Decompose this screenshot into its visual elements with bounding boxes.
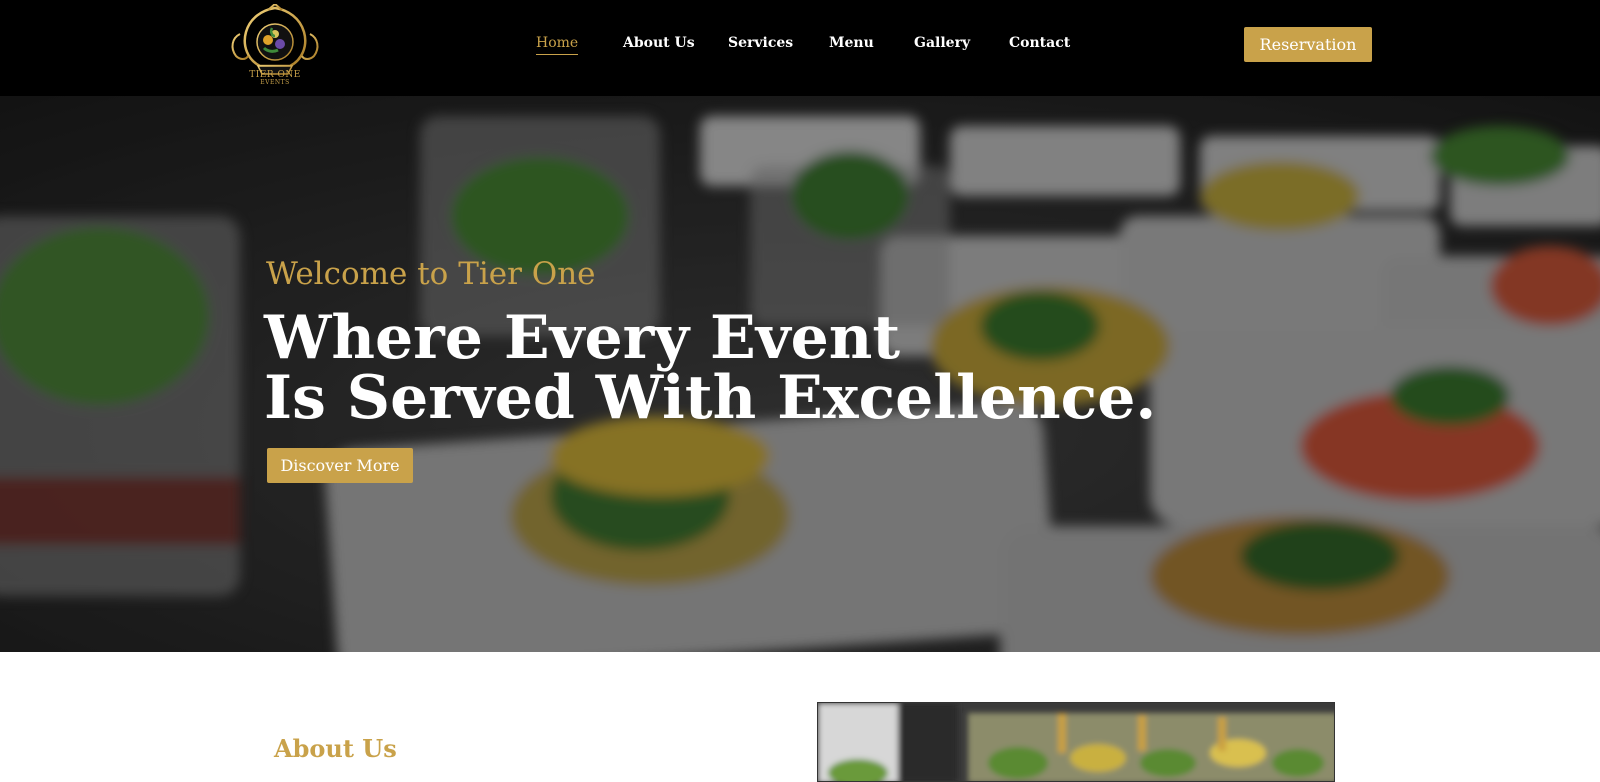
about-image [817,702,1335,782]
about-photo [818,703,1334,781]
site-header: TIER ONE EVENTS Home About Us Services M… [0,0,1600,96]
hero-section: Welcome to Tier One Where Every Event Is… [0,96,1600,652]
nav-services[interactable]: Services [728,35,793,51]
nav-about-us[interactable]: About Us [623,35,695,51]
nav-contact[interactable]: Contact [1009,35,1070,51]
discover-more-button[interactable]: Discover More [267,448,413,483]
hero-title: Where Every Event Is Served With Excelle… [264,308,1156,428]
nav-menu[interactable]: Menu [829,35,874,51]
logo-wordmark: TIER ONE EVENTS [222,70,328,86]
about-heading: About Us [274,734,397,763]
logo-subtext: EVENTS [260,79,290,86]
hero-eyebrow: Welcome to Tier One [266,256,596,292]
nav-home[interactable]: Home [536,35,579,55]
nav-gallery[interactable]: Gallery [914,35,970,51]
reservation-button[interactable]: Reservation [1244,27,1372,62]
hero-title-line-2: Is Served With Excellence. [264,363,1157,433]
brand-logo[interactable]: TIER ONE EVENTS [222,2,328,88]
